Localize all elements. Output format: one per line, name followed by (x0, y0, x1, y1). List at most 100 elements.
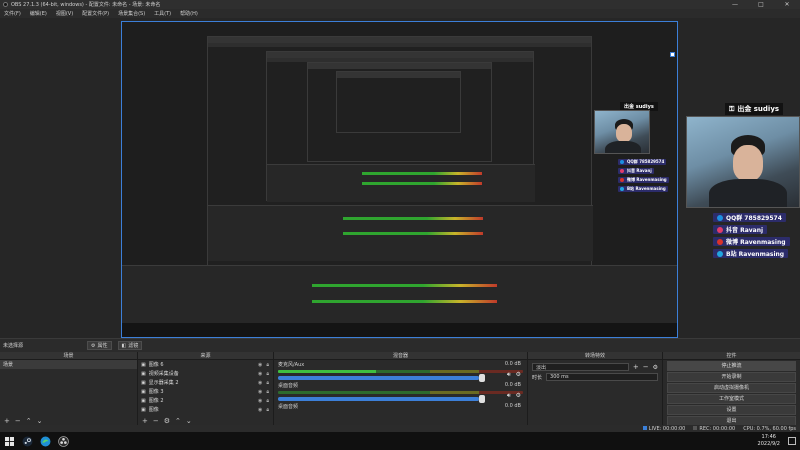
menu-bar: 文件(F) 编辑(E) 视图(V) 配置文件(P) 场景集合(S) 工具(T) … (0, 9, 800, 18)
lock-icon[interactable]: 🔒︎ (266, 371, 269, 377)
image-icon: ▣ (141, 388, 146, 395)
move-up-icon[interactable]: ⌃ (175, 417, 181, 425)
menu-file[interactable]: 文件(F) (4, 10, 21, 17)
properties-button[interactable]: ⚙ 属性 (87, 341, 112, 350)
cpu-status: CPU: 0.7%, 60.00 fps (743, 425, 796, 432)
source-item[interactable]: ▣ 图像 6 ◉ 🔒︎ (138, 360, 273, 369)
transition-select[interactable]: 淡出 (532, 363, 629, 371)
controls-dock: 控件 停止推流 开始录制 启动虚拟摄像机 工作室模式 设置 退出 (663, 352, 800, 426)
source-item[interactable]: ▣ 图像 2 ◉ 🔒︎ (138, 396, 273, 405)
key-icon: ⚿ (729, 104, 735, 113)
remove-transition-button[interactable]: − (643, 363, 649, 371)
social-weibo: 微博 Ravenmasing (713, 237, 790, 246)
visibility-icon[interactable]: ◉ (258, 407, 262, 413)
start-recording-button[interactable]: 开始录制 (667, 372, 796, 382)
duration-label: 时长 (532, 374, 543, 381)
remove-source-button[interactable]: − (153, 417, 159, 425)
visibility-icon[interactable]: ◉ (258, 362, 262, 368)
speaker-icon[interactable]: 🔊︎ (507, 392, 511, 400)
mixer-track: 桌面音频 0.0 dB 🔊︎ ⚙ (274, 381, 527, 403)
bilibili-icon (717, 250, 723, 257)
lock-icon[interactable]: 🔒︎ (266, 389, 269, 395)
track-name: 麦克风/Aux (278, 362, 305, 368)
start-virtual-camera-button[interactable]: 启动虚拟摄像机 (667, 383, 796, 393)
title-bar: OBS 27.1.3 (64-bit, windows) - 配置文件: 未命名… (0, 0, 800, 9)
duration-input[interactable]: 300 ms (546, 373, 658, 381)
move-down-icon[interactable]: ⌄ (186, 417, 192, 425)
mixer-dock: 混音器 麦克风/Aux 0.0 dB 🔊︎ ⚙ 桌面音频 0.0 dB 🔊︎ ⚙ 桌… (274, 352, 528, 425)
system-clock[interactable]: 17:46 2022/9/2 (758, 434, 780, 448)
menu-profile[interactable]: 配置文件(P) (82, 10, 109, 17)
settings-button[interactable]: 设置 (667, 405, 796, 415)
track-db: 0.0 dB (504, 403, 521, 409)
visibility-icon[interactable]: ◉ (258, 380, 262, 386)
filters-button[interactable]: ◧ 滤镜 (117, 341, 143, 350)
obs-taskbar-icon[interactable] (54, 432, 72, 450)
visibility-icon[interactable]: ◉ (258, 389, 262, 395)
gear-icon[interactable]: ⚙ (653, 364, 658, 371)
track-db: 0.0 dB (504, 382, 521, 388)
controls-dock-title: 控件 (663, 352, 800, 360)
scenes-toolbar: + − ⌃ ⌄ (0, 416, 137, 425)
obs-logo-icon (3, 2, 8, 7)
move-down-icon[interactable]: ⌄ (37, 417, 43, 425)
studio-mode-button[interactable]: 工作室模式 (667, 394, 796, 404)
inner-social-list: QQ群 785829574 抖音 Ravanj 微博 Ravenmasing B… (618, 159, 669, 192)
volume-slider[interactable] (278, 395, 485, 403)
mixer-dock-title: 混音器 (274, 352, 527, 360)
visibility-icon[interactable]: ◉ (258, 371, 262, 377)
menu-scene-collection[interactable]: 场景集合(S) (118, 10, 145, 17)
source-item[interactable]: ▣ 图像 3 ◉ 🔒︎ (138, 387, 273, 396)
inner-taskbar (122, 323, 677, 337)
preview-area[interactable]: 出金 sudiys QQ群 785829574 抖音 Ravanj 微博 Rav… (0, 18, 800, 338)
lock-icon[interactable]: 🔒︎ (266, 398, 269, 404)
speaker-icon[interactable]: 🔊︎ (507, 371, 511, 379)
add-transition-button[interactable]: + (633, 363, 639, 371)
stop-streaming-button[interactable]: 停止推流 (667, 361, 796, 371)
scenes-dock: 场景 场景 + − ⌃ ⌄ (0, 352, 138, 425)
monitor-icon: ▣ (141, 379, 146, 386)
menu-help[interactable]: 帮助(H) (180, 10, 198, 17)
taskbar: 17:46 2022/9/2 (0, 432, 800, 450)
lock-icon[interactable]: 🔒︎ (266, 362, 269, 368)
menu-tools[interactable]: 工具(T) (154, 10, 171, 17)
status-bar: LIVE: 00:00:00 REC: 00:00:00 CPU: 0.7%, … (0, 425, 800, 432)
nested-capture-1 (207, 36, 593, 273)
visibility-icon[interactable]: ◉ (258, 398, 262, 404)
mixer-track: 桌面音频 0.0 dB (274, 402, 527, 412)
maximize-button[interactable]: □ (748, 0, 774, 9)
track-name: 桌面音频 (278, 383, 299, 389)
close-button[interactable]: ✕ (774, 0, 800, 9)
notification-icon[interactable] (788, 437, 796, 445)
move-up-icon[interactable]: ⌃ (26, 417, 32, 425)
volume-slider[interactable] (278, 374, 485, 382)
steam-icon[interactable] (18, 432, 36, 450)
menu-view[interactable]: 视图(V) (56, 10, 73, 17)
remove-scene-button[interactable]: − (15, 417, 21, 425)
resize-handle[interactable] (670, 52, 675, 57)
add-source-button[interactable]: + (142, 417, 148, 425)
edge-browser-icon[interactable] (36, 432, 54, 450)
source-item[interactable]: ▣ 图像 ◉ 🔒︎ (138, 405, 273, 414)
scenes-dock-title: 场景 (0, 352, 137, 360)
track-db: 0.0 dB (504, 361, 521, 367)
preview-canvas[interactable]: 出金 sudiys QQ群 785829574 抖音 Ravanj 微博 Rav… (121, 21, 678, 338)
image-icon: ▣ (141, 397, 146, 404)
add-scene-button[interactable]: + (4, 417, 10, 425)
minimize-button[interactable]: — (722, 0, 748, 9)
menu-edit[interactable]: 编辑(E) (30, 10, 47, 17)
lock-icon[interactable]: 🔒︎ (266, 380, 269, 386)
source-item[interactable]: ▣ 视频采集设备 ◉ 🔒︎ (138, 369, 273, 378)
gear-icon[interactable]: ⚙ (164, 417, 170, 425)
source-item[interactable]: ▣ 显示器采集 2 ◉ 🔒︎ (138, 378, 273, 387)
image-icon: ▣ (141, 361, 146, 368)
docks-area: 场景 场景 + − ⌃ ⌄ 来源 ▣ 图像 6 ◉ 🔒︎ ▣ 视频采集设备 ◉ 🔒︎… (0, 352, 800, 426)
lock-icon[interactable]: 🔒︎ (266, 407, 269, 413)
gear-icon[interactable]: ⚙ (516, 371, 521, 379)
windows-start-icon[interactable] (0, 432, 18, 450)
scene-item[interactable]: 场景 (0, 360, 137, 369)
social-bilibili: B站 Ravenmasing (713, 249, 789, 258)
live-status: LIVE: 00:00:00 (642, 425, 685, 432)
filter-icon: ◧ (121, 342, 127, 349)
gear-icon[interactable]: ⚙ (516, 392, 521, 400)
